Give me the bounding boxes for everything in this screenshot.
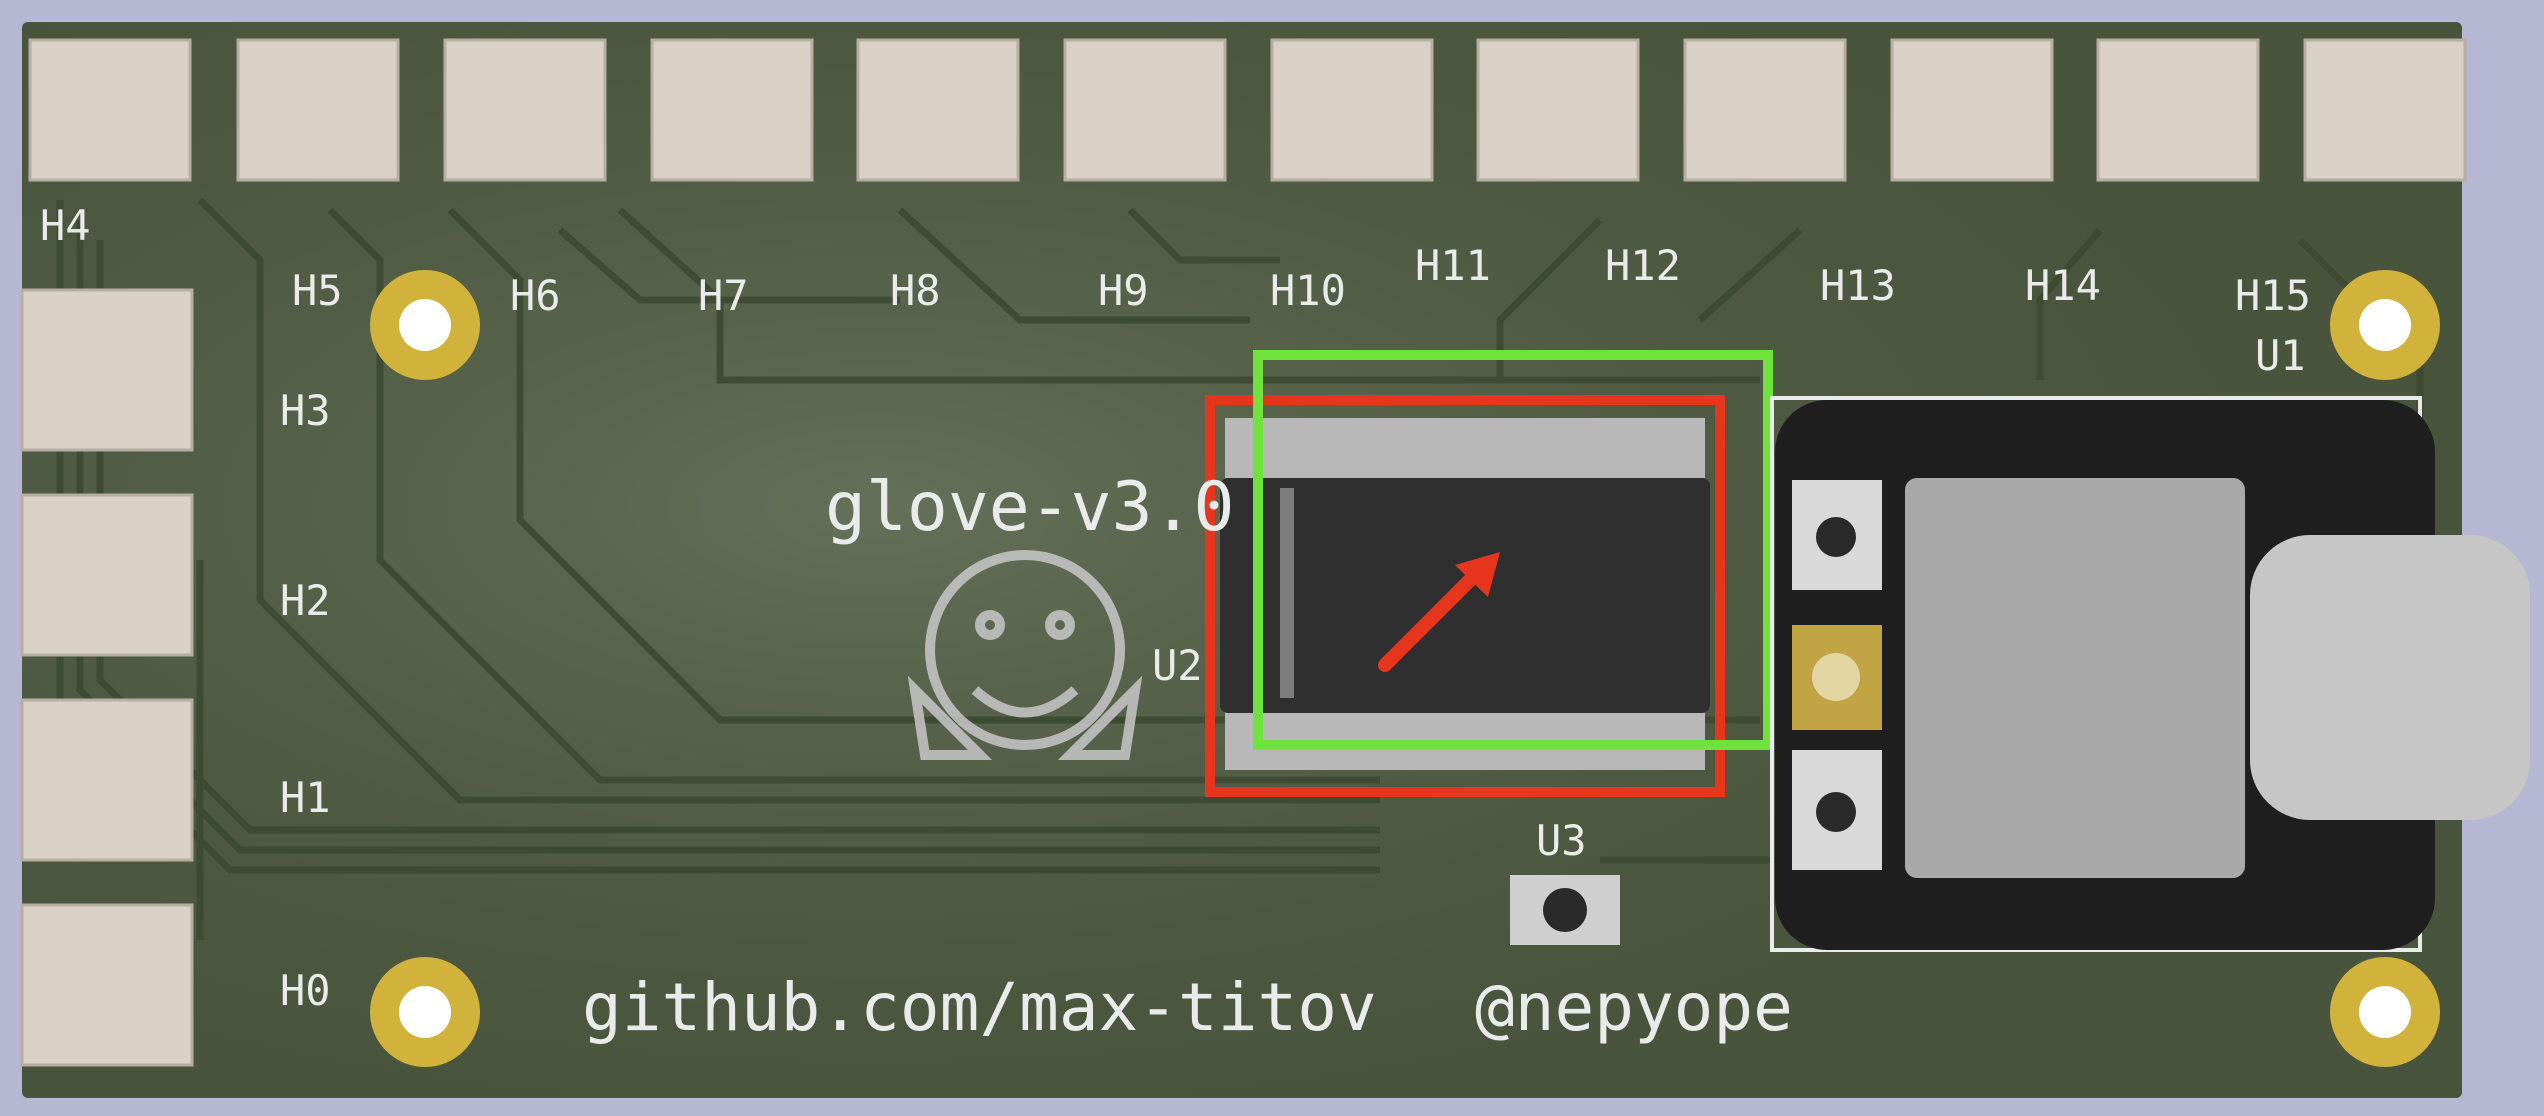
pcb-render[interactable]: glove-v3.0 github.com/max-titov @nepyope… (0, 0, 2544, 1116)
board-url: github.com/max-titov (582, 969, 1377, 1046)
label-h14: H14 (2025, 261, 2101, 310)
label-h9: H9 (1098, 266, 1149, 315)
connector-h0 (20, 903, 194, 1067)
chip-u2-stripe (1280, 488, 1294, 698)
connector-h10 (1270, 38, 1434, 182)
connector-h13 (1890, 38, 2054, 182)
u1-shield (1905, 478, 2245, 878)
connector-h11 (1476, 38, 1640, 182)
connector-h3 (20, 288, 194, 452)
mounting-hole-top-right-drill (2359, 299, 2411, 351)
label-h11: H11 (1415, 241, 1491, 290)
connector-h15 (2303, 38, 2467, 182)
connector-h14 (2096, 38, 2260, 182)
button-u3[interactable] (1510, 875, 1620, 945)
label-u3: U3 (1536, 816, 1587, 865)
u3-dot (1543, 888, 1587, 932)
module-u1[interactable] (1770, 396, 2530, 952)
antenna-connector-center (1812, 653, 1860, 701)
connector-h6 (443, 38, 607, 182)
label-u1: U1 (2255, 331, 2306, 380)
connector-h7 (650, 38, 814, 182)
chip-u2-pins-top (1225, 418, 1705, 478)
usb-c-connector-icon (2250, 535, 2530, 820)
label-h5: H5 (292, 266, 343, 315)
board-handle: @nepyope (1475, 969, 1793, 1046)
label-h1: H1 (280, 773, 331, 822)
connector-h2 (20, 493, 194, 657)
label-h10: H10 (1270, 266, 1346, 315)
label-h6: H6 (510, 271, 561, 320)
mounting-hole-bottom-left-drill (399, 986, 451, 1038)
button-reset-dot (1816, 517, 1856, 557)
connector-h12 (1683, 38, 1847, 182)
label-h4: H4 (40, 201, 91, 250)
connector-h4 (28, 38, 192, 182)
mounting-hole-top-left-drill (399, 299, 451, 351)
button-boot-dot (1816, 792, 1856, 832)
kicad-3d-viewer: glove-v3.0 github.com/max-titov @nepyope… (0, 0, 2544, 1116)
label-u2: U2 (1152, 641, 1203, 690)
connector-h9 (1063, 38, 1227, 182)
connector-h8 (856, 38, 1020, 182)
label-h7: H7 (698, 271, 749, 320)
label-h8: H8 (890, 266, 941, 315)
label-h0: H0 (280, 966, 331, 1015)
mounting-hole-bottom-right-drill (2359, 986, 2411, 1038)
label-h3: H3 (280, 386, 331, 435)
label-h13: H13 (1820, 261, 1896, 310)
label-h12: H12 (1605, 241, 1681, 290)
label-h15: H15 (2235, 271, 2311, 320)
connector-h5 (236, 38, 400, 182)
board-title: glove-v3.0 (825, 468, 1234, 547)
connector-h1 (20, 698, 194, 862)
label-h2: H2 (280, 576, 331, 625)
